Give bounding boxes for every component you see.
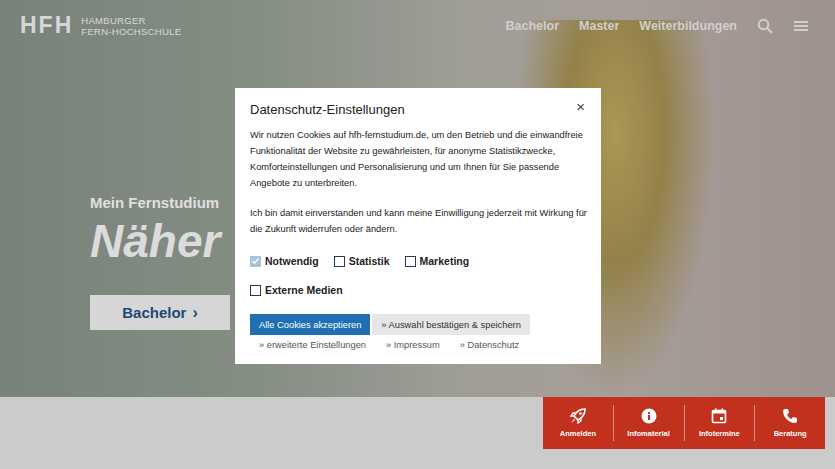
quick-action[interactable]: Anmelden — [543, 405, 613, 441]
option-label: Statistik — [349, 255, 390, 267]
dialog-text: Wir nutzen Cookies auf hfh-fernstudium.d… — [250, 127, 587, 191]
dialog-links: » erweiterte Einstellungen » Impressum » D… — [250, 340, 587, 350]
quick-action[interactable]: Beratung — [754, 405, 825, 441]
quick-action[interactable]: Infomaterial — [613, 405, 684, 441]
consent-option[interactable]: Externe Medien — [250, 284, 343, 296]
consent-button[interactable]: » Auswahl bestätigen & speichern — [372, 314, 530, 335]
dialog-link[interactable]: » erweiterte Einstellungen — [259, 340, 366, 350]
privacy-dialog: Datenschutz-Einstellungen × Wir nutzen Coo… — [235, 88, 601, 364]
quick-action-label: Anmelden — [560, 429, 596, 438]
phone-icon — [782, 408, 798, 424]
quick-action-label: Infotermine — [699, 429, 740, 438]
consent-option[interactable]: Statistik — [334, 255, 390, 267]
option-label: Externe Medien — [265, 284, 343, 296]
check-icon — [251, 256, 260, 266]
dialog-link[interactable]: » Datenschutz — [460, 340, 519, 350]
quick-actions: Anmelden Infomaterial Infotermine Beratung — [543, 397, 825, 449]
calendar-icon — [711, 408, 727, 424]
option-row: Externe Medien — [250, 284, 587, 296]
dialog-title: Datenschutz-Einstellungen — [250, 102, 405, 117]
info-icon — [641, 408, 657, 424]
close-button[interactable]: × — [574, 100, 587, 114]
button-row: Alle Cookies akzeptieren» Auswahl bestät… — [250, 314, 587, 335]
quick-action[interactable]: Infotermine — [684, 405, 755, 441]
quick-action-label: Beratung — [774, 429, 807, 438]
option-row: Notwendig Statistik Marketing — [250, 255, 587, 267]
quick-action-label: Infomaterial — [627, 429, 670, 438]
checkbox[interactable] — [334, 256, 345, 267]
page: HFHHAMBURGERFERN-HOCHSCHULEBachelorMaste… — [0, 0, 835, 469]
dialog-header: Datenschutz-Einstellungen × — [250, 100, 587, 117]
dialog-link[interactable]: » Impressum — [386, 340, 440, 350]
checkbox[interactable] — [405, 256, 416, 267]
checkbox — [250, 256, 261, 267]
consent-option[interactable]: Marketing — [405, 255, 470, 267]
option-label: Marketing — [420, 255, 470, 267]
option-label: Notwendig — [265, 255, 319, 267]
rocket-icon — [570, 408, 586, 424]
checkbox[interactable] — [250, 285, 261, 296]
consent-button[interactable]: Alle Cookies akzeptieren — [250, 314, 370, 335]
consent-option: Notwendig — [250, 255, 319, 267]
dialog-text: Ich bin damit einverstanden und kann mei… — [250, 205, 587, 237]
